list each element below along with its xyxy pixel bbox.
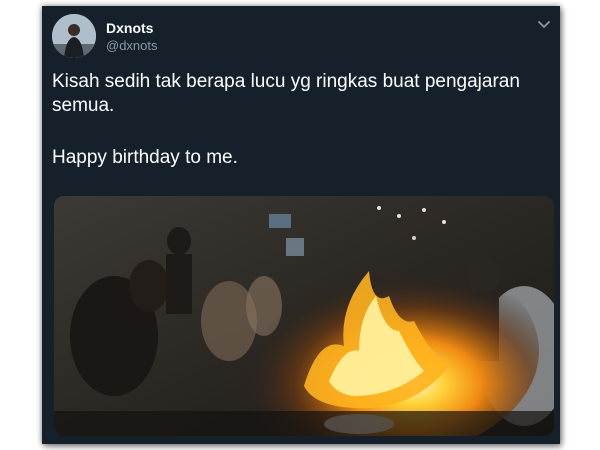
chevron-down-icon[interactable] bbox=[536, 16, 552, 32]
tweet-text-line: Happy birthday to me. bbox=[52, 147, 238, 168]
tweet-media[interactable] bbox=[54, 196, 554, 436]
user-handle[interactable]: @dxnots bbox=[106, 38, 158, 53]
tweet-text-line: Kisah sedih tak berapa lucu yg ringkas b… bbox=[52, 71, 520, 92]
tweet-text: Kisah sedih tak berapa lucu yg ringkas b… bbox=[52, 70, 552, 170]
avatar[interactable] bbox=[52, 14, 96, 58]
tweet-text-line: semua. bbox=[52, 95, 115, 116]
fire-flames-image bbox=[54, 196, 554, 436]
tweet-card[interactable]: Dxnots @dxnots Kisah sedih tak berapa lu… bbox=[42, 6, 560, 444]
display-name[interactable]: Dxnots bbox=[106, 20, 153, 36]
avatar-photo-icon bbox=[52, 14, 96, 58]
